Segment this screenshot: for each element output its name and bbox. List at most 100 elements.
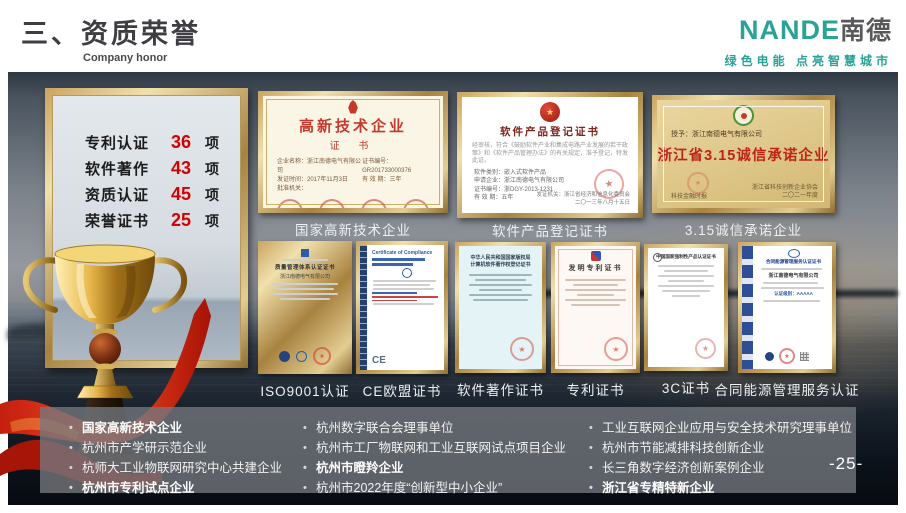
cert-caption: ISO9001认证: [260, 380, 349, 400]
cnipa-logo-icon: [591, 251, 601, 261]
cert-gold-frame: 授予：浙江南德电气有限公司 浙江省3.15诚信承诺企业 科技金融时报 浙江省科技…: [652, 95, 835, 213]
cert-title: 质量管理体系认证证书: [262, 263, 348, 271]
cert-patent: 发明专利证书 专利证书: [551, 242, 640, 373]
red-seal-icon: [403, 199, 429, 208]
honor-item: 杭州数字联合会理事单位: [302, 418, 588, 438]
cert-body: 合同能源管理服务认证证书 浙江南德电气有限公司 认证级别：AAAAA: [755, 249, 832, 302]
cert-gold-frame: Certificate of Compliance CE: [356, 241, 448, 374]
cert-gold-frame: 合同能源管理服务认证证书 浙江南德电气有限公司 认证级别：AAAAA: [738, 242, 836, 373]
stat-unit: 项: [205, 211, 219, 231]
stat-value: 45: [171, 184, 205, 205]
cert-caption: 3.15诚信承诺企业: [685, 219, 802, 239]
cert-issuer: 浙江省科技创新企业协会: [752, 185, 818, 191]
text-line: [282, 259, 328, 261]
cert-national-hitech: 高新技术企业 证 书 企业名称：浙江南德电气有限公司 发证时间：2017年11月…: [258, 91, 448, 213]
cert-paper: 授予：浙江南德电气有限公司 浙江省3.15诚信承诺企业 科技金融时报 浙江省科技…: [657, 100, 830, 208]
cert-paper: 合同能源管理服务认证证书 浙江南德电气有限公司 认证级别：AAAAA: [742, 246, 832, 369]
red-seal-icon: [695, 338, 716, 359]
cert-ce: Certificate of Compliance CE CE欧盟证书: [356, 241, 448, 374]
cert-fields-right: 证书编号：GR201733000376 有 效 期：三年: [362, 158, 429, 194]
stat-value: 43: [171, 158, 205, 179]
page-title: 三、资质荣誉: [21, 12, 201, 51]
accreditation-logos: [262, 347, 348, 365]
page-number: -25-: [829, 454, 863, 474]
text-line: [479, 289, 522, 291]
text-line: [761, 268, 822, 270]
red-seal-icon: [277, 199, 303, 208]
cert-fields: 企业名称：浙江南德电气有限公司 发证时间：2017年11月3日 批准机关： 证书…: [277, 158, 429, 194]
cert-caption: 软件产品登记证书: [492, 220, 608, 240]
text-line: [373, 303, 434, 305]
honor-item: 工业互联网企业应用与安全技术研究理事单位: [588, 418, 856, 438]
cqc-logo-icon: [788, 249, 800, 258]
text-line: [658, 285, 714, 287]
cert-title: 浙江省3.15诚信承诺企业: [657, 144, 830, 165]
cert-subtitle: 证 书: [263, 137, 443, 152]
red-seal-icon: [359, 197, 389, 208]
cert-fields-left: 企业名称：浙江南德电气有限公司 发证时间：2017年11月3日 批准机关：: [277, 158, 362, 194]
ccc-logo-icon: [653, 253, 662, 262]
cert-issuer-right: 浙江省科技创新企业协会 二〇二一年度: [752, 184, 818, 200]
red-seal-icon: [779, 348, 795, 364]
logo-text-cn: 南德: [840, 17, 892, 45]
text-line: [565, 299, 626, 301]
text-block: [372, 292, 417, 294]
national-emblem-icon: ★: [540, 102, 560, 122]
stat-label: 荣誉证书: [85, 210, 149, 231]
text-line: [763, 300, 820, 302]
text-line: [571, 304, 620, 306]
text-line: [761, 287, 824, 289]
cert-title: Certificate of Compliance: [372, 250, 441, 256]
stat-row: 软件著作 43 项: [85, 158, 240, 184]
cert-company: 浙江南德电气有限公司: [755, 272, 832, 279]
stat-row: 专利认证 36 项: [85, 132, 240, 158]
stat-label: 专利认证: [85, 132, 149, 153]
text-line: [662, 290, 710, 292]
text-line: [565, 289, 626, 291]
page-subtitle: Company honor: [83, 52, 201, 64]
honors-column-3: 工业互联网企业应用与安全技术研究理事单位 杭州市节能减排科技创新企业 长三角数字…: [588, 418, 856, 493]
cert-gold-frame: ★ 软件产品登记证书 经审核，符合《鼓励软件产业和集成电路产业发展的若干政策》和…: [457, 92, 643, 218]
text-line: [565, 279, 626, 281]
stat-unit: 项: [205, 159, 219, 179]
text-line: [577, 294, 614, 296]
logo-tagline: 绿色电能 点亮智慧城市: [725, 52, 892, 69]
cert-body: Certificate of Compliance: [369, 250, 444, 305]
red-seal-icon: [313, 347, 331, 365]
slide-header: 三、资质荣誉 Company honor NANDE南德 绿色电能 点亮智慧城市: [0, 0, 906, 72]
cert-field: 有 效 期：三年: [362, 176, 429, 185]
cert-date: 二〇一三年八月十五日: [536, 199, 630, 207]
red-seals-row: [263, 199, 443, 208]
cert-software-copyright: 中华人民共和国国家版权局 计算机软件著作权登记证书 软件著作证书: [455, 242, 546, 373]
text-line: [475, 279, 526, 281]
text-line: [763, 282, 818, 284]
red-text-line: [372, 296, 438, 298]
stat-unit: 项: [205, 133, 219, 153]
ce-side-stripe: [360, 245, 367, 370]
cert-issuer-block: 发证机关：浙江省经济和信息化委员会 二〇一三年八月十五日: [536, 191, 630, 207]
cert-gold-frame: 质量管理体系认证证书 浙江南德电气有限公司: [258, 241, 352, 374]
cert-gold-frame: 发明专利证书: [551, 242, 640, 373]
cert-caption: 软件著作证书: [457, 379, 544, 399]
red-seal-icon: [510, 337, 534, 361]
tuv-logo-icon: [402, 268, 412, 278]
red-seal-icon: [604, 337, 628, 361]
iso-logo-icon: [301, 249, 309, 257]
honor-item: 杭州市瞪羚企业: [302, 458, 588, 478]
text-line: [664, 270, 708, 272]
cert-intro: 经审核，符合《鼓励软件产业和集成电路产业发展的若干政策》和《软件产品管理办法》的…: [472, 143, 628, 166]
red-seal-icon: [316, 196, 348, 208]
cert-title-line2: 计算机软件著作权登记证书: [459, 261, 542, 268]
stat-label: 软件著作: [85, 158, 149, 179]
cert-caption: 国家高新技术企业: [295, 219, 411, 239]
text-line: [473, 299, 528, 301]
stat-row: 荣誉证书 25 项: [85, 210, 240, 236]
cert-paper: 发明专利证书: [555, 246, 636, 369]
cert-title: 软件产品登记证书: [462, 124, 638, 139]
flame-logo-icon: [347, 100, 359, 114]
company-logo: NANDE南德 绿色电能 点亮智慧城市: [725, 16, 892, 69]
stat-value: 36: [171, 132, 205, 153]
cert-company: 浙江南德电气有限公司: [262, 273, 348, 280]
text-block: [372, 258, 425, 261]
cert-iso9001: 质量管理体系认证证书 浙江南德电气有限公司 ISO9001认证: [258, 241, 352, 374]
